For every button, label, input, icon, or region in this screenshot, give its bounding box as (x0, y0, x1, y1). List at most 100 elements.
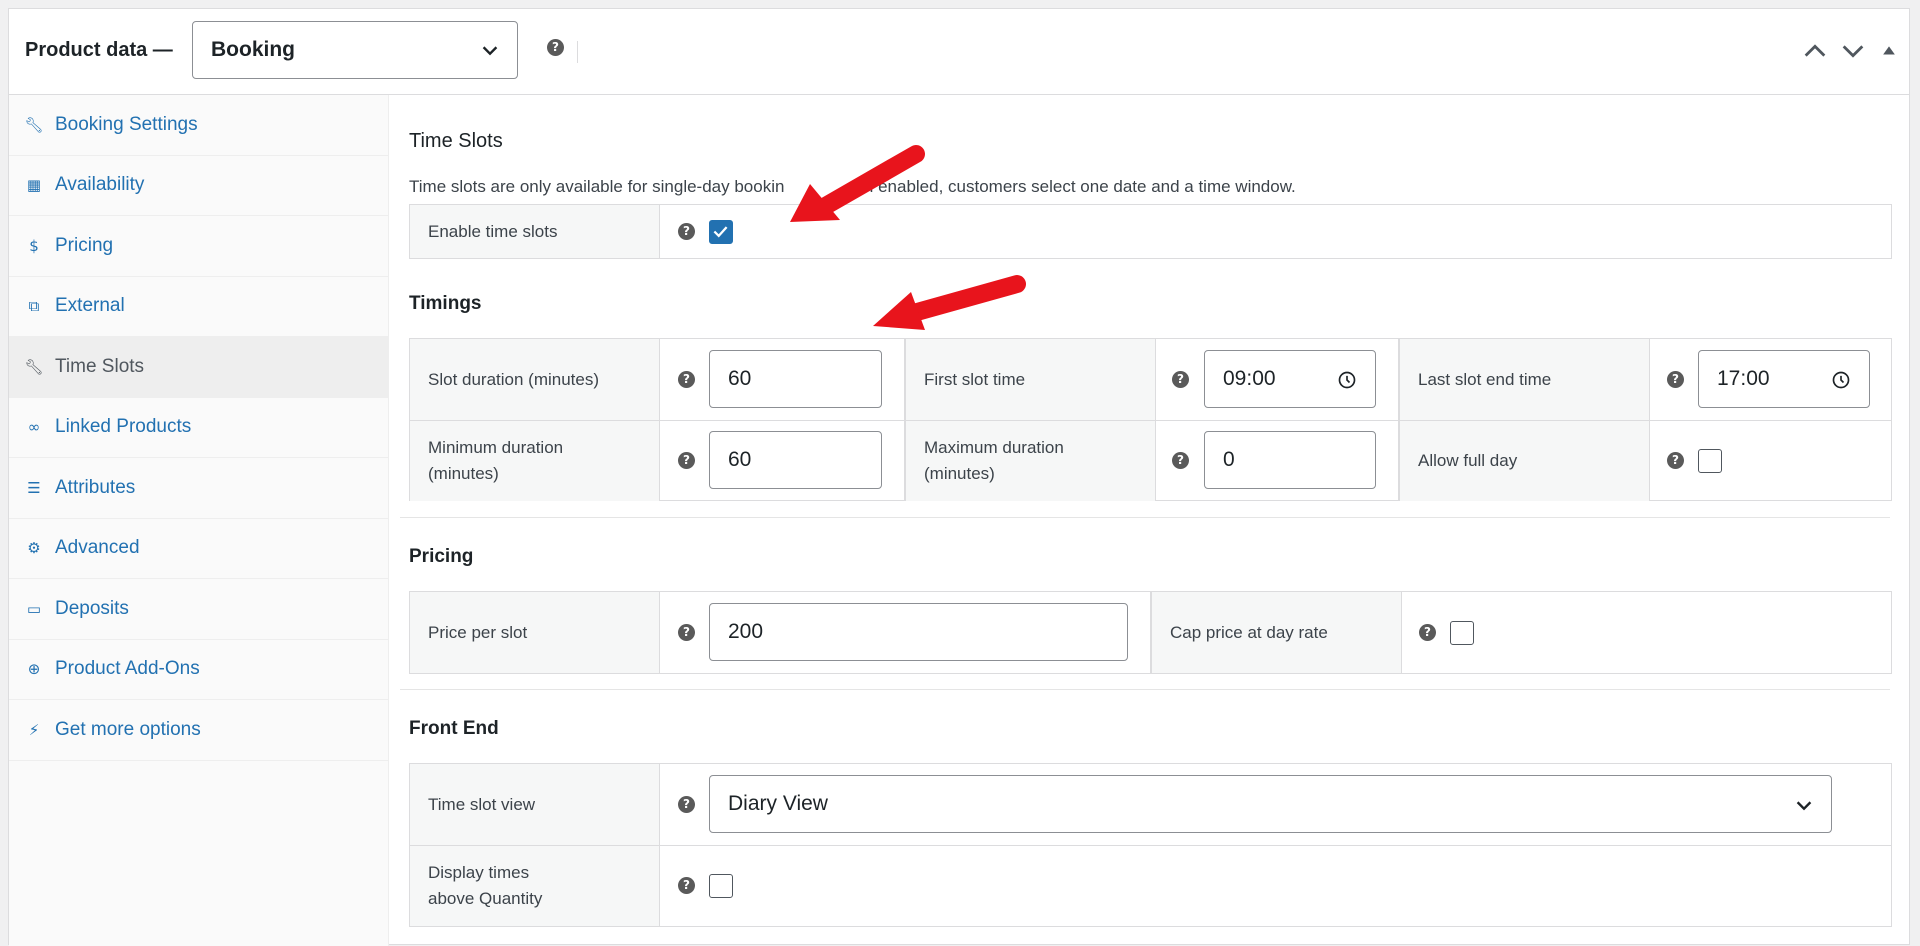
checkmark-icon (713, 226, 728, 238)
tab-label: Attributes (55, 476, 136, 498)
front-end-grid: Time slot view ? Diary View Display time… (409, 763, 1892, 927)
tab-linked-products[interactable]: ∞ Linked Products (9, 398, 388, 458)
tab-booking-settings[interactable]: 🔧︎ Booking Settings (9, 95, 388, 156)
first-slot-time-input[interactable]: 09:00 (1204, 350, 1376, 408)
tab-label: Deposits (55, 597, 129, 619)
display-times-label: Display times above Quantity (410, 846, 660, 926)
help-icon[interactable]: ? (678, 796, 695, 813)
tab-label: Availability (55, 174, 145, 196)
display-times-checkbox[interactable] (709, 874, 733, 898)
product-data-tabs: 🔧︎ Booking Settings ▦ Availability $ Pri… (9, 95, 389, 946)
chevron-down-icon[interactable] (1839, 37, 1867, 65)
allow-full-day-checkbox[interactable] (1698, 449, 1722, 473)
last-slot-end-time-input[interactable]: 17:00 (1698, 350, 1870, 408)
product-type-value: Booking (211, 38, 295, 61)
help-icon[interactable]: ? (1667, 371, 1684, 388)
red-arrow-annotation (790, 145, 925, 222)
link-icon: ∞ (27, 418, 41, 437)
slot-duration-label: Slot duration (minutes) (410, 339, 660, 420)
tab-get-more-options[interactable]: ⚡ Get more options (9, 700, 388, 761)
wrench-icon: 🔧︎ (24, 115, 44, 134)
tab-label: Linked Products (55, 416, 192, 438)
price-per-slot-input[interactable]: 200 (709, 603, 1128, 661)
help-icon[interactable]: ? (678, 371, 695, 388)
section-divider (400, 517, 1890, 518)
external-link-icon: ⧉ (28, 297, 40, 316)
price-per-slot-label: Price per slot (410, 592, 660, 673)
tab-label: Time Slots (55, 355, 145, 377)
section-divider (400, 689, 1890, 690)
plugin-icon: ⚡ (28, 720, 40, 739)
help-icon[interactable]: ? (678, 452, 695, 469)
label-line: Minimum duration (428, 438, 564, 457)
tab-label: External (55, 295, 125, 317)
label-line: Display times (428, 863, 530, 882)
minimum-duration-input[interactable]: 60 (709, 431, 882, 489)
clock-icon[interactable] (1337, 370, 1357, 390)
cap-price-checkbox[interactable] (1450, 621, 1474, 645)
label-line: Maximum duration (924, 438, 1064, 457)
tab-advanced[interactable]: ⚙ Advanced (9, 519, 388, 579)
label-line: (minutes) (924, 464, 995, 483)
maximum-duration-label: Maximum duration (minutes) (906, 421, 1156, 501)
time-slot-view-label: Time slot view (410, 764, 660, 845)
label-line: above Quantity (428, 889, 543, 908)
pricing-grid: Price per slot ? 200 Cap price at day ra… (409, 591, 1892, 674)
triangle-up-icon[interactable] (1875, 37, 1903, 65)
label-line: (minutes) (428, 464, 499, 483)
red-arrow-annotation (873, 275, 1026, 330)
divider (577, 41, 578, 63)
tab-time-slots[interactable]: 🔧︎ Time Slots (9, 337, 388, 398)
card-icon: ▭ (26, 599, 42, 618)
chevron-up-icon[interactable] (1801, 37, 1829, 65)
first-slot-time-label: First slot time (906, 339, 1156, 420)
pricing-title: Pricing (409, 546, 474, 567)
list-icon: ☰ (27, 478, 41, 497)
help-icon[interactable]: ? (678, 624, 695, 641)
enable-time-slots-row: Enable time slots ? (409, 204, 1892, 259)
time-slot-view-select[interactable]: Diary View (709, 775, 1832, 833)
tab-attributes[interactable]: ☰ Attributes (9, 458, 388, 519)
tab-product-add-ons[interactable]: ⊕ Product Add-Ons (9, 640, 388, 700)
help-icon[interactable]: ? (1172, 371, 1189, 388)
first-slot-time-value: 09:00 (1223, 367, 1276, 390)
front-end-title: Front End (409, 718, 499, 739)
panel-header: Product data — Booking ? (9, 9, 1909, 95)
time-slots-title: Time Slots (409, 130, 503, 152)
enable-time-slots-label: Enable time slots (410, 205, 660, 258)
time-slot-view-value: Diary View (728, 792, 828, 815)
calendar-icon: ▦ (26, 176, 42, 195)
last-slot-end-time-value: 17:00 (1717, 367, 1770, 390)
minimum-duration-label: Minimum duration (minutes) (410, 421, 660, 501)
clock-icon[interactable] (1831, 370, 1851, 390)
help-icon[interactable]: ? (1172, 452, 1189, 469)
allow-full-day-label: Allow full day (1400, 421, 1650, 501)
tab-availability[interactable]: ▦ Availability (9, 156, 388, 216)
help-icon[interactable]: ? (1419, 624, 1436, 641)
help-icon[interactable]: ? (678, 877, 695, 894)
help-icon[interactable]: ? (1667, 452, 1684, 469)
last-slot-end-time-label: Last slot end time (1400, 339, 1650, 420)
chevron-down-icon (1796, 801, 1812, 811)
dollar-circle-icon: $ (29, 236, 39, 255)
tab-deposits[interactable]: ▭ Deposits (9, 579, 388, 640)
product-type-select[interactable]: Booking (192, 21, 518, 79)
plus-circle-icon: ⊕ (27, 660, 41, 679)
maximum-duration-input[interactable]: 0 (1204, 431, 1376, 489)
slot-duration-input[interactable]: 60 (709, 350, 882, 408)
tab-label: Pricing (55, 234, 114, 256)
gear-icon: ⚙ (27, 539, 41, 558)
tab-external[interactable]: ⧉ External (9, 277, 388, 337)
cap-price-label: Cap price at day rate (1152, 592, 1402, 673)
help-icon[interactable]: ? (678, 223, 695, 240)
tab-pricing[interactable]: $ Pricing (9, 216, 388, 277)
enable-time-slots-checkbox[interactable] (709, 220, 733, 244)
chevron-down-icon (482, 46, 498, 56)
description-text: Time slots are only available for single… (409, 177, 785, 196)
tab-label: Booking Settings (55, 113, 198, 135)
timings-grid: Slot duration (minutes) ? 60 First slot … (409, 338, 1892, 501)
tab-label: Get more options (55, 718, 201, 740)
tab-label: Advanced (55, 537, 140, 559)
panel-title: Product data — (25, 39, 173, 61)
help-icon[interactable]: ? (547, 39, 564, 56)
